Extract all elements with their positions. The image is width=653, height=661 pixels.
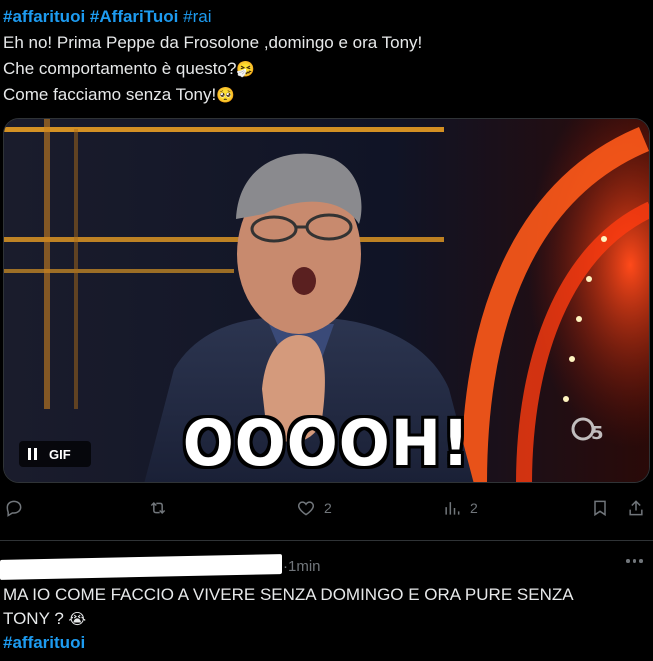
views-button[interactable]: 2 bbox=[442, 498, 478, 518]
like-button[interactable]: 2 bbox=[296, 498, 332, 518]
reply-button[interactable] bbox=[4, 498, 24, 518]
retweet-button[interactable] bbox=[148, 498, 168, 518]
reply-timestamp[interactable]: ·1min bbox=[283, 558, 321, 575]
share-icon bbox=[629, 500, 643, 516]
redacted-username bbox=[0, 554, 282, 580]
gif-caption: OOOOH! bbox=[182, 407, 471, 481]
gif-media[interactable]: 5 OOOOH! GIF bbox=[3, 118, 650, 483]
hashtag-affarituoi-caps[interactable]: #AffariTuoi bbox=[90, 7, 178, 26]
like-count: 2 bbox=[324, 500, 332, 516]
reply-line-2: TONY ? 😭 bbox=[3, 607, 643, 631]
tweet-text: #affarituoi #AffariTuoi #rai Eh no! Prim… bbox=[3, 4, 643, 108]
reply-tweet[interactable]: ·1min MA IO COME FACCIO A VIVERE SENZA D… bbox=[0, 541, 653, 661]
hashtag-rai[interactable]: #rai bbox=[183, 7, 211, 26]
tweet-line-3: Come facciamo senza Tony!🥺 bbox=[3, 82, 643, 108]
views-chart-icon bbox=[445, 502, 460, 515]
views-count: 2 bbox=[470, 500, 478, 516]
gif-pause-button[interactable]: GIF bbox=[19, 441, 91, 467]
hashtag-affarituoi[interactable]: #affarituoi bbox=[3, 7, 85, 26]
heart-icon bbox=[297, 501, 315, 516]
gif-label: GIF bbox=[49, 446, 71, 462]
bookmark-icon bbox=[594, 500, 606, 517]
retweet-icon bbox=[150, 501, 166, 515]
crying-face-icon: 😭 bbox=[68, 610, 87, 628]
tweet-line-2: Che comportamento è questo?🤧 bbox=[3, 56, 643, 82]
hashtag-line: #affarituoi #AffariTuoi #rai bbox=[3, 4, 643, 30]
more-options-icon[interactable] bbox=[626, 559, 643, 563]
pause-icon bbox=[25, 447, 39, 461]
reply-line-1: MA IO COME FACCIO A VIVERE SENZA DOMINGO… bbox=[3, 585, 574, 604]
reply-line-2-text: TONY ? bbox=[3, 609, 69, 628]
share-button[interactable] bbox=[626, 498, 646, 518]
reply-icon bbox=[6, 500, 22, 517]
tweet-line-1: Eh no! Prima Peppe da Frosolone ,domingo… bbox=[3, 33, 423, 52]
sneezing-face-icon: 🤧 bbox=[236, 60, 256, 78]
tweet-line-3-text: Come facciamo senza Tony! bbox=[3, 85, 217, 104]
tweet-actions: 2 2 bbox=[0, 498, 653, 526]
reply-text: MA IO COME FACCIO A VIVERE SENZA DOMINGO… bbox=[3, 583, 643, 655]
reply-hashtag[interactable]: #affarituoi bbox=[3, 631, 643, 655]
tweet[interactable]: #affarituoi #AffariTuoi #rai Eh no! Prim… bbox=[0, 0, 653, 540]
pleading-face-icon: 🥺 bbox=[216, 86, 235, 104]
tweet-line-2-text: Che comportamento è questo? bbox=[3, 59, 237, 78]
bookmark-button[interactable] bbox=[590, 498, 610, 518]
